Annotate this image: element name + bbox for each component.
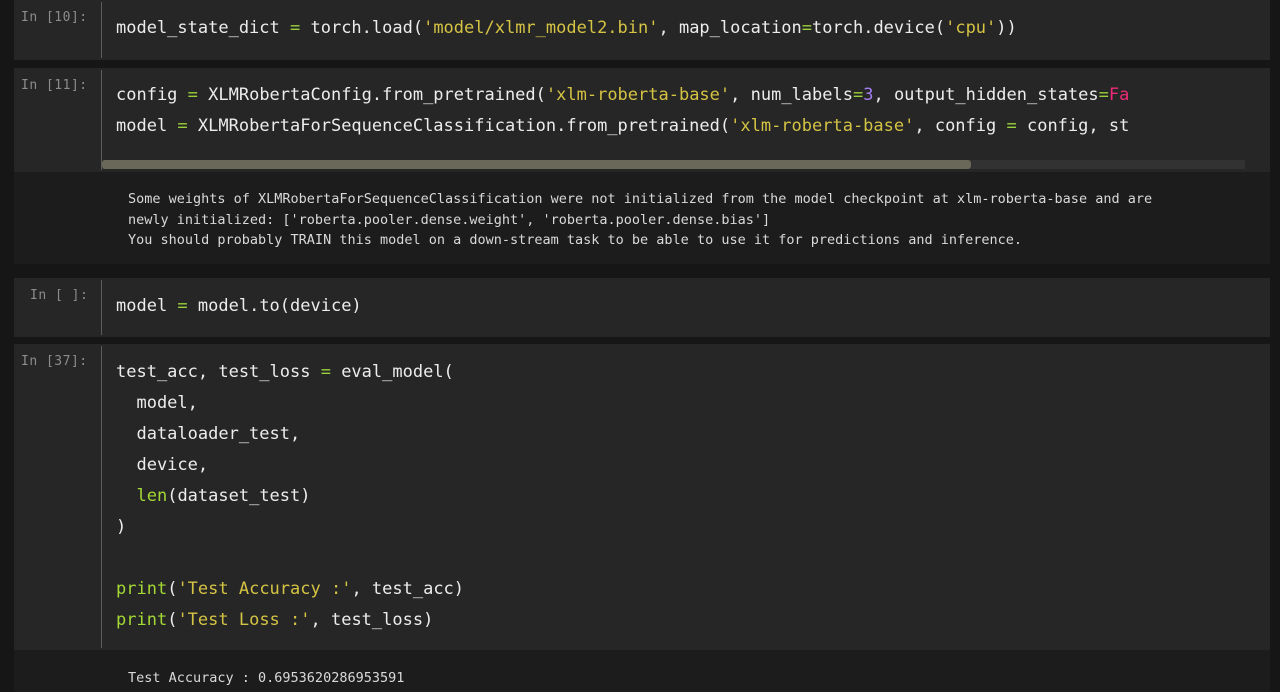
code-token: = bbox=[1006, 116, 1017, 136]
output-cell-11: Some weights of XLMRobertaForSequenceCla… bbox=[14, 172, 1270, 264]
code-token: model.to(device) bbox=[187, 296, 362, 316]
cell-divider bbox=[101, 280, 102, 335]
code-line: model = XLMRobertaForSequenceClassificat… bbox=[116, 111, 1129, 142]
code-token: model bbox=[116, 296, 178, 316]
code-token: 'xlm-roberta-base' bbox=[545, 85, 731, 105]
code-token: = bbox=[320, 362, 331, 382]
code-token: = bbox=[187, 85, 198, 105]
code-token: ) bbox=[116, 517, 127, 537]
code-token: = bbox=[852, 85, 864, 105]
code-token: = bbox=[290, 18, 301, 38]
code-token: config bbox=[116, 85, 188, 105]
cell-divider bbox=[101, 70, 102, 170]
code-token: )) bbox=[996, 18, 1017, 38]
code-token: Fa bbox=[1108, 85, 1130, 105]
code-token: ( bbox=[167, 610, 178, 630]
code-token: , map_location bbox=[658, 18, 802, 38]
cell-prompt: In [ ]: bbox=[30, 288, 89, 303]
code-token: model_state_dict bbox=[116, 18, 290, 38]
code-token: = bbox=[177, 296, 188, 316]
code-token: len bbox=[136, 486, 168, 506]
code-token: = bbox=[1098, 85, 1109, 105]
code-cell-10[interactable]: In [10]: model_state_dict = torch.load('… bbox=[14, 0, 1270, 60]
code-line: dataloader_test, bbox=[116, 419, 464, 450]
code-token: 'cpu' bbox=[945, 18, 997, 38]
cell-prompt: In [10]: bbox=[21, 10, 88, 25]
code-token: test_acc, test_loss bbox=[116, 362, 321, 382]
code-token: , test_loss) bbox=[310, 610, 434, 630]
output-line: Some weights of XLMRobertaForSequenceCla… bbox=[128, 191, 1153, 207]
code-token: , num_labels bbox=[730, 85, 853, 105]
code-token: 'Test Loss :' bbox=[177, 610, 311, 630]
code-line: print('Test Loss :', test_loss) bbox=[116, 605, 464, 636]
code-token: , config bbox=[914, 116, 1007, 136]
code-line: model, bbox=[116, 388, 464, 419]
code-line: ) bbox=[116, 512, 464, 543]
code-token: eval_model( bbox=[330, 362, 454, 382]
code-line: print('Test Accuracy :', test_acc) bbox=[116, 574, 464, 605]
code-token: dataloader_test, bbox=[116, 424, 301, 444]
scrollbar-thumb[interactable] bbox=[102, 160, 971, 169]
code-token: torch.load( bbox=[300, 18, 424, 38]
code-line: model_state_dict = torch.load('model/xlm… bbox=[116, 13, 1017, 44]
output-text: Some weights of XLMRobertaForSequenceCla… bbox=[128, 189, 1152, 251]
code-editor[interactable]: config = XLMRobertaConfig.from_pretraine… bbox=[116, 80, 1129, 142]
code-token: torch.device( bbox=[812, 18, 946, 38]
code-cell-11[interactable]: In [11]: config = XLMRobertaConfig.from_… bbox=[14, 68, 1270, 172]
code-line: model = model.to(device) bbox=[116, 291, 362, 322]
code-token: (dataset_test) bbox=[167, 486, 311, 506]
cell-divider bbox=[101, 2, 102, 58]
code-token: model, bbox=[116, 393, 198, 413]
code-token: , test_acc) bbox=[351, 579, 465, 599]
code-token: 'Test Accuracy :' bbox=[177, 579, 352, 599]
code-line: len(dataset_test) bbox=[116, 481, 464, 512]
code-token: , output_hidden_states bbox=[873, 85, 1099, 105]
horizontal-scrollbar[interactable] bbox=[102, 160, 1245, 169]
code-line: device, bbox=[116, 450, 464, 481]
output-text: Test Accuracy : 0.6953620286953591 bbox=[128, 668, 404, 689]
cell-divider bbox=[101, 346, 102, 648]
output-line: Test Accuracy : 0.6953620286953591 bbox=[128, 670, 405, 686]
cell-prompt: In [11]: bbox=[21, 78, 88, 93]
code-cell-37[interactable]: In [37]: test_acc, test_loss = eval_mode… bbox=[14, 344, 1270, 650]
output-line: You should probably TRAIN this model on … bbox=[128, 232, 1023, 248]
code-token: XLMRobertaForSequenceClassification.from… bbox=[187, 116, 731, 136]
code-token: print bbox=[116, 610, 168, 630]
code-token: 'model/xlmr_model2.bin' bbox=[423, 18, 659, 38]
code-token: = bbox=[177, 116, 188, 136]
output-cell-37: Test Accuracy : 0.6953620286953591 bbox=[14, 650, 1270, 692]
output-line: newly initialized: ['roberta.pooler.dens… bbox=[128, 211, 771, 228]
code-token: ( bbox=[167, 579, 178, 599]
code-cell-empty[interactable]: In [ ]: model = model.to(device) bbox=[14, 278, 1270, 337]
code-token: = bbox=[801, 18, 813, 38]
code-line: config = XLMRobertaConfig.from_pretraine… bbox=[116, 80, 1129, 111]
code-token: print bbox=[116, 579, 168, 599]
code-token: 'xlm-roberta-base' bbox=[730, 116, 915, 136]
code-line: test_acc, test_loss = eval_model( bbox=[116, 357, 464, 388]
code-editor[interactable]: test_acc, test_loss = eval_model( model,… bbox=[116, 357, 464, 636]
code-token: model bbox=[116, 116, 178, 136]
code-editor[interactable]: model = model.to(device) bbox=[116, 291, 362, 322]
code-token: config, st bbox=[1016, 116, 1130, 136]
code-token: XLMRobertaConfig.from_pretrained( bbox=[197, 85, 546, 105]
code-editor[interactable]: model_state_dict = torch.load('model/xlm… bbox=[116, 13, 1017, 44]
cell-prompt: In [37]: bbox=[21, 354, 88, 369]
code-token: 3 bbox=[863, 85, 874, 105]
code-token: device, bbox=[116, 455, 209, 475]
